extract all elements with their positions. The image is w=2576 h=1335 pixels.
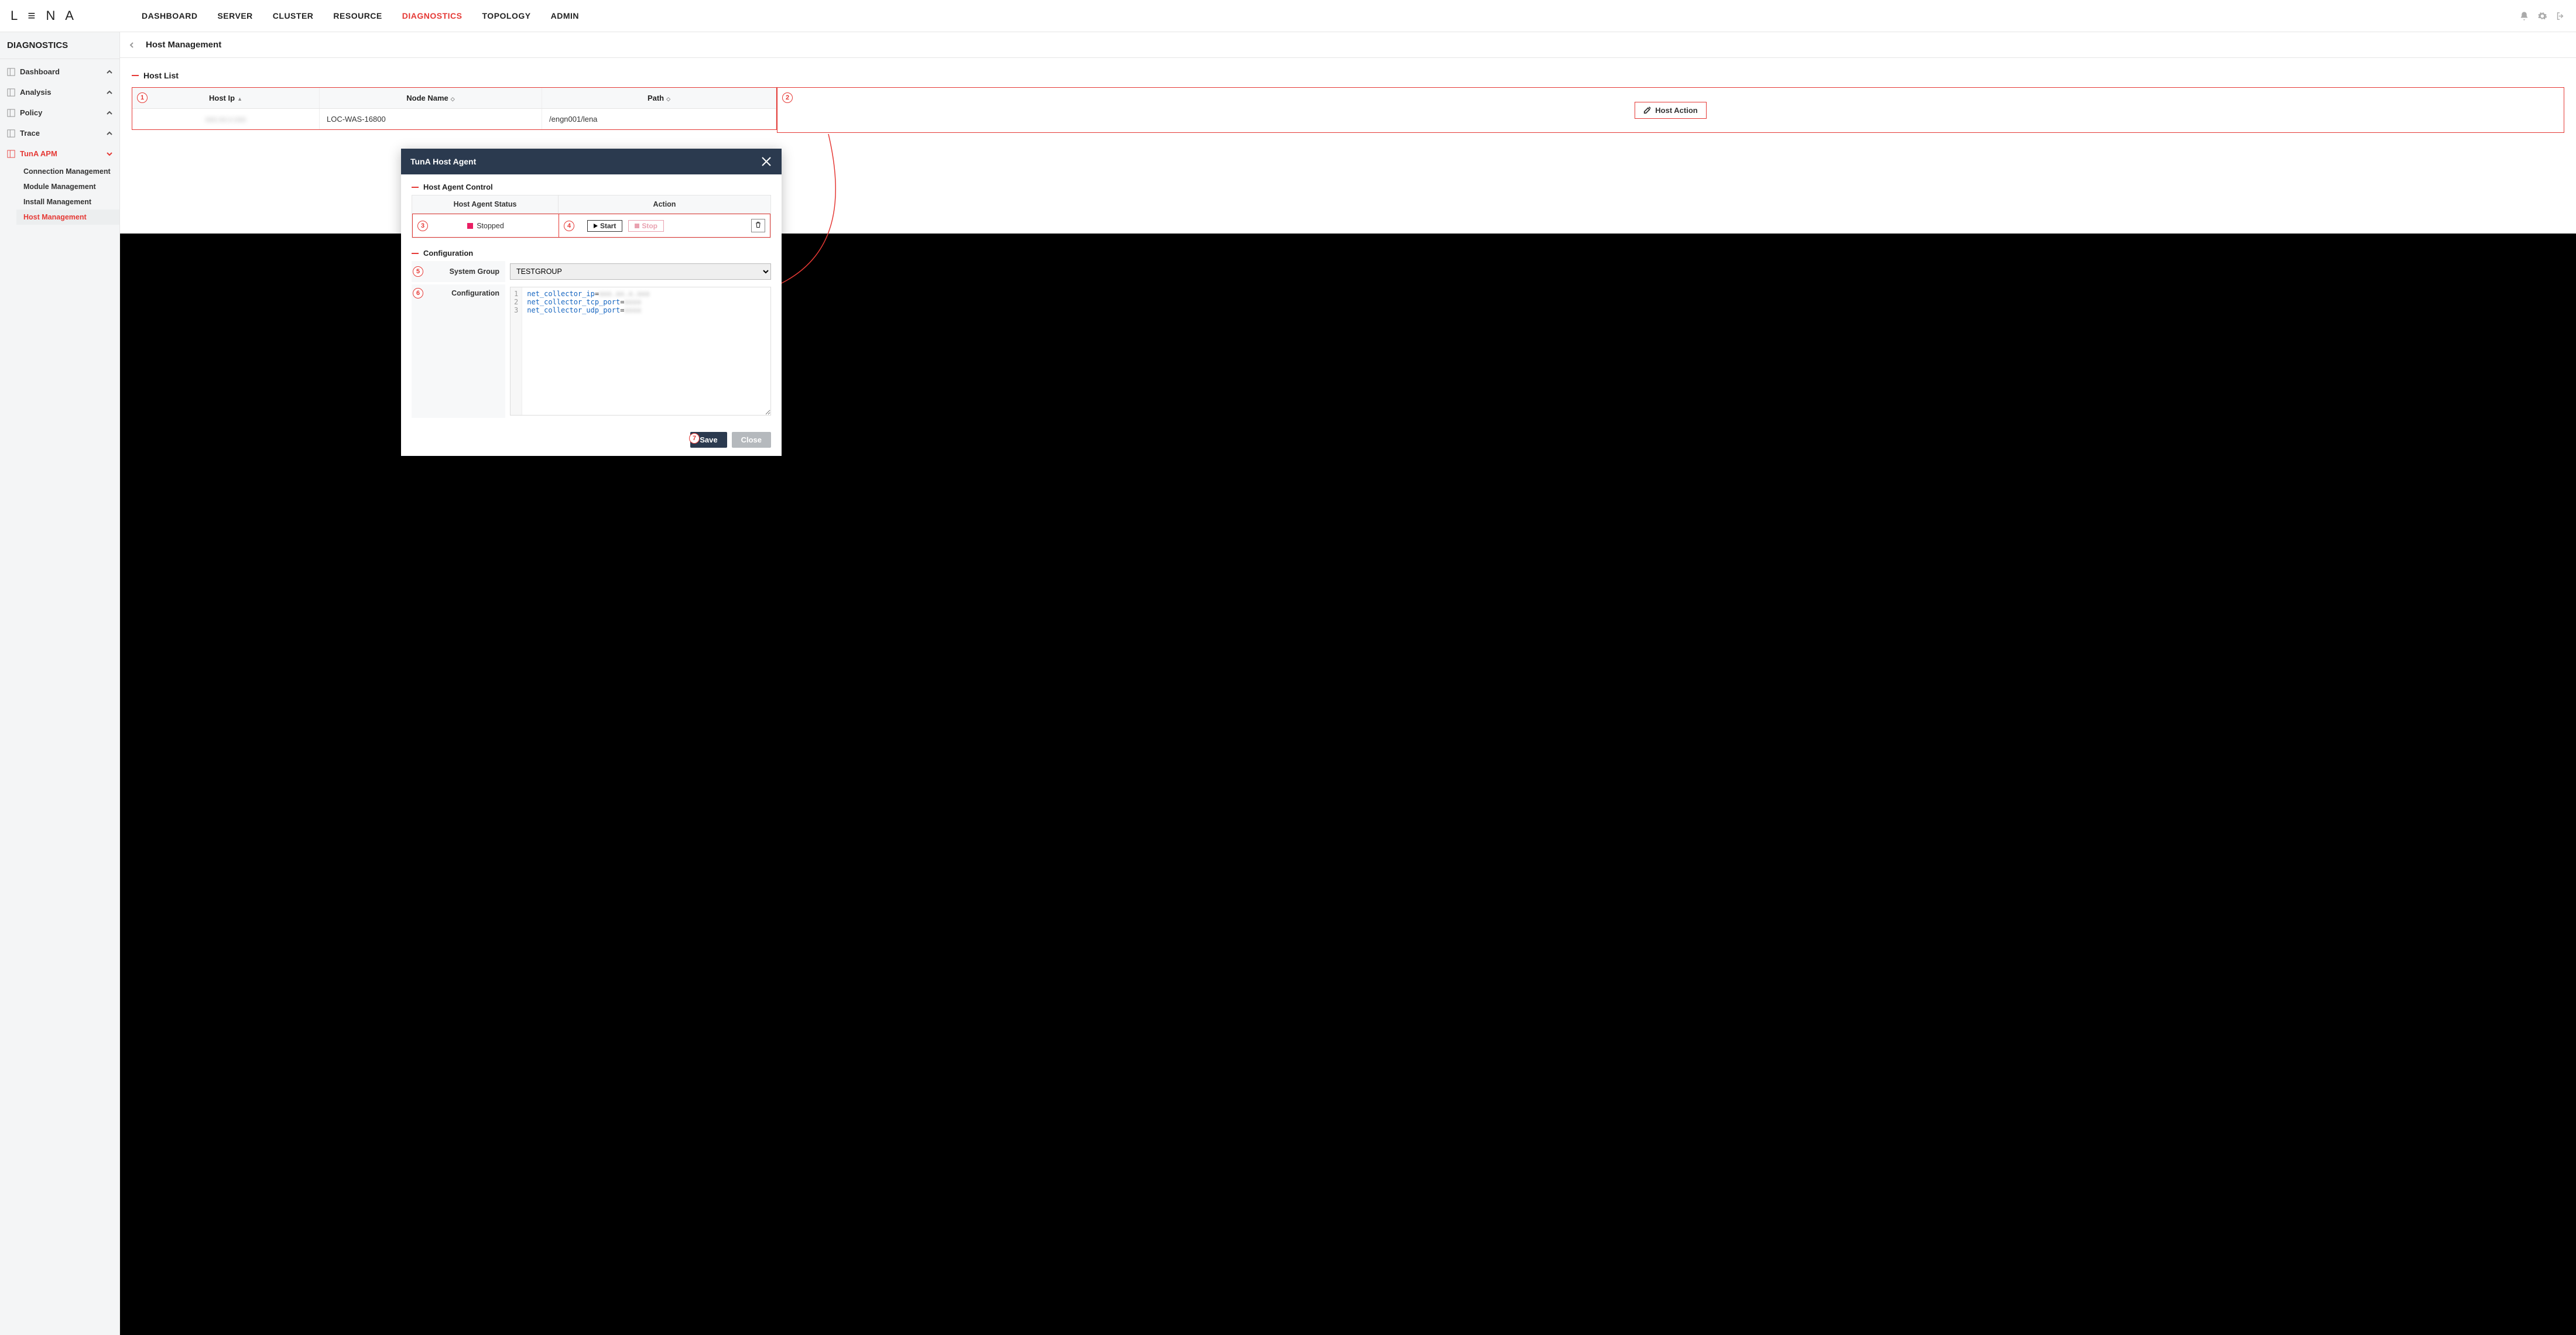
annotation-4: 4	[564, 221, 574, 231]
cell-path: /engn001/lena	[542, 109, 776, 129]
col-action: Action	[559, 195, 770, 213]
annotation-6: 6	[413, 288, 423, 298]
chevron-down-icon	[107, 151, 112, 157]
panel-icon	[7, 129, 15, 138]
nav-server[interactable]: SERVER	[217, 11, 252, 20]
table-row[interactable]: xxx.xx.x.xxx LOC-WAS-16800 /engn001/lena	[132, 109, 776, 129]
sidebar-sub-module[interactable]: Module Management	[16, 179, 119, 194]
chevron-up-icon	[107, 69, 112, 75]
delete-button[interactable]	[751, 219, 765, 232]
close-icon[interactable]	[761, 156, 772, 167]
sidebar-item-label: TunA APM	[20, 149, 57, 158]
nav-dashboard[interactable]: DASHBOARD	[142, 11, 198, 20]
top-nav: L ≡ N A DASHBOARD SERVER CLUSTER RESOURC…	[0, 0, 2576, 32]
close-button[interactable]: Close	[732, 432, 771, 448]
collapse-icon[interactable]	[132, 75, 139, 76]
chevron-up-icon	[107, 90, 112, 95]
annotation-7: 7	[689, 433, 700, 444]
nav-cluster[interactable]: CLUSTER	[273, 11, 314, 20]
panel-icon	[7, 109, 15, 117]
label-system-group: System Group	[412, 261, 505, 282]
stop-button: Stop	[628, 220, 664, 232]
label-configuration: Configuration	[412, 284, 505, 418]
modal-title: TunA Host Agent	[410, 157, 476, 166]
col-host-agent-status: Host Agent Status	[412, 195, 559, 213]
trash-icon	[755, 221, 762, 228]
chevron-left-icon	[129, 42, 135, 48]
chevron-up-icon	[107, 131, 112, 136]
sidebar-sub-connection[interactable]: Connection Management	[16, 164, 119, 179]
logout-icon[interactable]	[2556, 11, 2565, 21]
sidebar: DIAGNOSTICS Dashboard Analysis Policy	[0, 32, 120, 1335]
gear-icon[interactable]	[2537, 11, 2547, 21]
sidebar-collapse-button[interactable]	[126, 39, 138, 51]
code-content[interactable]: net_collector_ip=xxx.xx.x.xxx net_collec…	[522, 287, 770, 415]
action-cell: 4 Start Stop	[559, 214, 770, 238]
collapse-icon[interactable]	[412, 187, 419, 188]
cell-node-name: LOC-WAS-16800	[320, 109, 542, 129]
status-cell: 3 Stopped	[412, 214, 559, 238]
sidebar-item-dashboard[interactable]: Dashboard	[0, 61, 119, 82]
annotation-2: 2	[782, 92, 793, 103]
annotation-3: 3	[417, 221, 428, 231]
section-title-host-agent-control: Host Agent Control	[412, 183, 771, 191]
modal-header: TunA Host Agent	[401, 149, 782, 174]
annotation-5: 5	[413, 266, 423, 277]
status-indicator-icon	[467, 223, 473, 229]
chevron-up-icon	[107, 110, 112, 116]
nav-resource[interactable]: RESOURCE	[333, 11, 382, 20]
start-button[interactable]: Start	[587, 220, 622, 232]
play-icon	[594, 224, 598, 228]
sidebar-item-label: Dashboard	[20, 67, 60, 76]
logo: L ≡ N A	[11, 8, 77, 23]
annotation-1: 1	[137, 92, 148, 103]
nav-topology[interactable]: TOPOLOGY	[482, 11, 531, 20]
page-title: Host Management	[146, 40, 221, 50]
content: Host Management Host List 1 Host Ip▲ Nod…	[120, 32, 2576, 1335]
system-group-select[interactable]: TESTGROUP	[510, 263, 771, 280]
host-list-table: 1 Host Ip▲ Node Name◇ Path◇ xxx.xx.x.xxx…	[132, 87, 777, 130]
section-title-host-list: Host List	[132, 71, 2564, 80]
col-node-name[interactable]: Node Name◇	[320, 88, 542, 108]
col-host-ip[interactable]: Host Ip▲	[132, 88, 320, 108]
nav-admin[interactable]: ADMIN	[551, 11, 579, 20]
sidebar-item-analysis[interactable]: Analysis	[0, 82, 119, 102]
sidebar-item-tuna-apm[interactable]: TunA APM	[0, 143, 119, 164]
stop-icon	[635, 224, 639, 228]
sidebar-item-label: Analysis	[20, 88, 51, 97]
bell-icon[interactable]	[2519, 11, 2529, 21]
panel-icon	[7, 88, 15, 97]
host-action-column: 2 Host Action	[777, 87, 2564, 133]
panel-icon	[7, 150, 15, 158]
sidebar-sub-host[interactable]: Host Management	[16, 210, 119, 225]
sidebar-item-policy[interactable]: Policy	[0, 102, 119, 123]
status-value: Stopped	[477, 222, 504, 230]
line-gutter: 123	[511, 287, 522, 415]
col-path[interactable]: Path◇	[542, 88, 776, 108]
panel-icon	[7, 68, 15, 76]
edit-icon	[1643, 106, 1652, 114]
cell-host-ip: xxx.xx.x.xxx	[132, 109, 320, 129]
collapse-icon[interactable]	[412, 253, 419, 254]
sidebar-title: DIAGNOSTICS	[0, 32, 119, 59]
sidebar-item-trace[interactable]: Trace	[0, 123, 119, 143]
section-title-configuration: Configuration	[412, 249, 771, 258]
sidebar-item-label: Trace	[20, 129, 40, 138]
host-action-button[interactable]: Host Action	[1635, 102, 1706, 119]
configuration-editor[interactable]: 123 net_collector_ip=xxx.xx.x.xxx net_co…	[510, 287, 771, 416]
host-agent-modal: TunA Host Agent Host Agent Control Host …	[401, 149, 782, 456]
sidebar-item-label: Policy	[20, 108, 42, 117]
nav-diagnostics[interactable]: DIAGNOSTICS	[402, 11, 463, 20]
sidebar-sub-install[interactable]: Install Management	[16, 194, 119, 210]
content-header: Host Management	[120, 32, 2576, 58]
